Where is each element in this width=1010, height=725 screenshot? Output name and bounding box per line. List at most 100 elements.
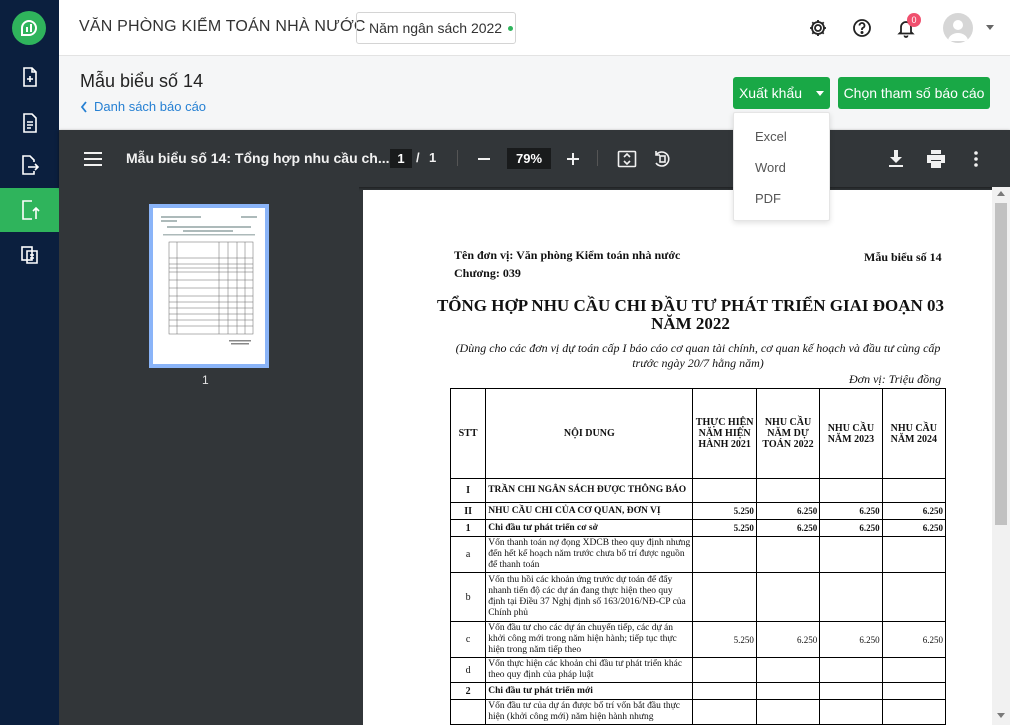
user-menu-chevron-down-icon[interactable] [986, 25, 994, 30]
app-logo-icon[interactable] [12, 11, 46, 45]
report-unit-name: Tên đơn vị: Văn phòng Kiểm toán nhà nước [454, 248, 681, 262]
row-stt: b [449, 572, 487, 622]
row-content: Vốn thu hồi các khoản ứng trước dự toán … [485, 572, 694, 622]
scroll-down-arrow-icon[interactable] [997, 713, 1005, 718]
budget-year-selector[interactable]: Năm ngân sách 2022 [356, 12, 516, 44]
row-value-2022 [755, 478, 821, 503]
column-header-2024: NHU CẦU NĂM 2024 [881, 388, 947, 479]
row-value-2023: 6.250 [819, 621, 883, 658]
row-stt: II [449, 502, 487, 520]
budget-year-label: Năm ngân sách 2022 [369, 20, 503, 36]
chevron-left-icon [80, 100, 87, 113]
export-menu: Excel Word PDF [733, 112, 830, 221]
zoom-out-icon[interactable] [472, 147, 496, 171]
back-link[interactable]: Danh sách báo cáo [80, 99, 206, 114]
row-value-2021: 5.250 [692, 519, 757, 537]
zoom-level-input[interactable]: 79% [507, 148, 551, 169]
row-value-2021 [692, 682, 757, 700]
row-stt: I [449, 478, 487, 503]
row-content: TRẦN CHI NGÂN SÁCH ĐƯỢC THÔNG BÁO [485, 478, 694, 503]
table-row: 2 Chi đầu tư phát triển mới [449, 682, 947, 700]
page-total: 1 [429, 150, 437, 165]
table-row: c Vốn đầu tư cho các dự án chuyển tiếp, c… [449, 621, 947, 658]
row-content: Vốn đầu tư của dự án được bố trí vốn bắt… [485, 699, 694, 725]
row-value-2021: 5.250 [692, 502, 757, 520]
export-menu-item-pdf[interactable]: PDF [755, 191, 781, 206]
row-value-2022 [755, 699, 821, 725]
fit-page-icon[interactable] [615, 147, 639, 171]
row-value-2022 [755, 572, 821, 622]
row-stt: d [449, 657, 487, 683]
rail-document-icon[interactable] [0, 101, 59, 145]
row-content: Vốn đầu tư cho các dự án chuyển tiếp, cá… [485, 621, 694, 658]
rail-upload-document-icon[interactable] [0, 188, 59, 232]
row-value-2023: 6.250 [819, 519, 883, 537]
table-row: Vốn đầu tư của dự án được bố trí vốn bắt… [449, 699, 947, 725]
row-value-2023 [819, 478, 883, 503]
rail-export-document-icon[interactable] [0, 143, 59, 187]
print-icon[interactable] [924, 147, 948, 171]
row-content: Vốn thực hiện các khoản chi đầu tư phát … [485, 657, 694, 683]
chevron-down-icon [816, 90, 825, 96]
user-avatar[interactable] [943, 13, 973, 43]
row-value-2022: 6.250 [755, 621, 821, 658]
viewer-toolbar: Mẫu biểu số 14: Tổng hợp nhu cầu ch... 1… [59, 130, 1010, 187]
report-currency-unit: Đơn vị: Triệu đồng [849, 372, 942, 386]
row-value-2023 [819, 572, 883, 622]
viewer-scrollbar[interactable] [992, 187, 1010, 725]
row-value-2021 [692, 657, 757, 683]
row-value-2021 [692, 699, 757, 725]
column-header-stt: STT [449, 388, 487, 479]
scrollbar-thumb[interactable] [995, 203, 1007, 525]
row-value-2023 [819, 536, 883, 573]
column-header-content: NỘI DUNG [485, 388, 694, 479]
page-header: Mẫu biểu số 14 Danh sách báo cáo Xuất kh… [59, 56, 1010, 130]
row-value-2021 [692, 478, 757, 503]
row-value-2024 [881, 682, 947, 700]
zoom-in-icon[interactable] [561, 147, 585, 171]
row-value-2024 [881, 536, 947, 573]
row-value-2024: 6.250 [881, 502, 947, 520]
rail-add-document-icon[interactable] [0, 55, 59, 99]
document-page: Tên đơn vị: Văn phòng Kiểm toán nhà nước… [363, 190, 992, 725]
rotate-icon[interactable] [650, 147, 674, 171]
left-rail [0, 0, 59, 725]
export-button[interactable]: Xuất khẩu [733, 77, 830, 109]
row-value-2022: 6.250 [755, 519, 821, 537]
row-value-2022 [755, 657, 821, 683]
scroll-up-arrow-icon[interactable] [997, 191, 1005, 196]
row-stt: c [449, 621, 487, 658]
page-thumbnail[interactable] [149, 204, 269, 368]
menu-hamburger-icon[interactable] [81, 147, 105, 171]
thumbnail-sidebar: 1 [59, 187, 359, 725]
row-value-2024 [881, 657, 947, 683]
back-link-label: Danh sách báo cáo [94, 99, 207, 114]
export-menu-item-word[interactable]: Word [755, 160, 786, 175]
notification-badge: 0 [907, 13, 921, 27]
row-value-2021 [692, 572, 757, 622]
row-value-2021: 5.250 [692, 621, 757, 658]
report-table: STT NỘI DUNG THỰC HIỆN NĂM HIỆN HÀNH 202… [449, 388, 947, 725]
row-value-2023 [819, 682, 883, 700]
page-title: Mẫu biểu số 14 [80, 71, 204, 91]
page-number-input[interactable]: 1 [390, 149, 412, 168]
settings-gear-icon[interactable] [805, 15, 831, 41]
table-row: 1 Chi đầu tư phát triển cơ sở 5.250 6.250 6.… [449, 519, 947, 537]
report-title-line2: NĂM 2022 [651, 314, 730, 333]
more-options-icon[interactable] [964, 147, 988, 171]
row-content: NHU CẦU CHI CỦA CƠ QUAN, ĐƠN VỊ [485, 502, 694, 520]
row-value-2024 [881, 699, 947, 725]
export-menu-item-excel[interactable]: Excel [755, 129, 787, 144]
row-value-2024 [881, 478, 947, 503]
download-icon[interactable] [884, 147, 908, 171]
report-subtitle: (Dùng cho các đơn vị dự toán cấp I báo c… [455, 341, 941, 370]
rail-copy-document-icon[interactable] [0, 232, 59, 276]
report-chapter: Chương: 039 [454, 266, 521, 280]
help-icon[interactable] [849, 15, 875, 41]
status-dot [508, 25, 514, 31]
row-value-2024 [881, 572, 947, 622]
document-title: Mẫu biểu số 14: Tổng hợp nhu cầu ch... [126, 150, 390, 166]
row-value-2023 [819, 657, 883, 683]
row-value-2021 [692, 536, 757, 573]
select-params-button[interactable]: Chọn tham số báo cáo [838, 77, 990, 109]
